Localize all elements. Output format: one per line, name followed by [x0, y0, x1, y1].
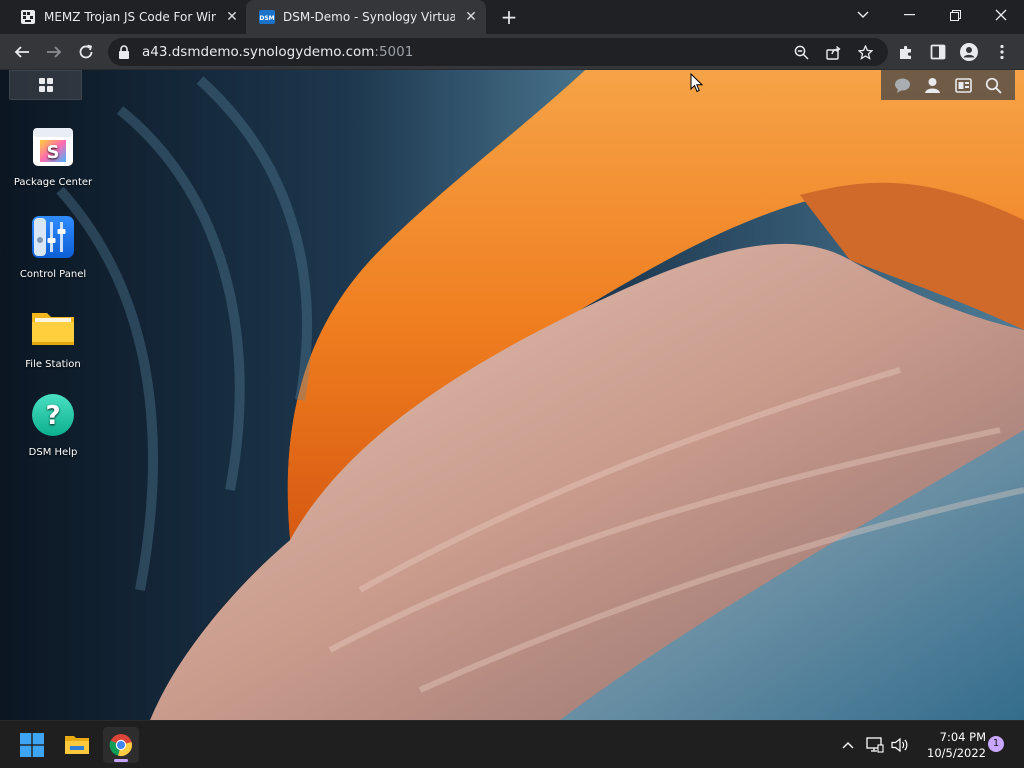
forward-button[interactable] [40, 38, 68, 66]
tab-search-button[interactable] [840, 0, 886, 30]
arrow-left-icon [14, 46, 29, 58]
svg-text:S: S [47, 142, 60, 163]
reload-button[interactable] [72, 38, 100, 66]
windows-logo-icon [20, 733, 44, 757]
clock-date: 10/5/2022 [927, 746, 986, 760]
chrome-icon [109, 734, 132, 756]
search-icon[interactable] [985, 77, 1002, 94]
widgets-icon[interactable] [954, 77, 972, 94]
network-icon [866, 737, 884, 753]
desktop-icon-package-center[interactable]: S Package Center [12, 122, 94, 189]
restore-icon [949, 9, 961, 21]
browser-menu-button[interactable] [988, 38, 1016, 66]
file-station-icon [32, 313, 74, 345]
dsm-desktop[interactable]: S Package Center Control Panel File Stat… [0, 70, 1024, 720]
profile-avatar-icon [960, 43, 978, 61]
address-bar[interactable]: a43.dsmdemo.synologydemo.com:5001 [108, 38, 888, 66]
back-button[interactable] [8, 38, 36, 66]
side-panel-button[interactable] [924, 38, 952, 66]
reload-icon [79, 44, 93, 59]
canyon-wallpaper [0, 70, 1024, 720]
browser-tab-strip: MEMZ Trojan JS Code For Windo ✕ DSM DSM-… [0, 0, 1024, 34]
chrome-taskbar-button[interactable] [103, 727, 139, 763]
clock[interactable]: 7:04 PM 10/5/2022 [916, 729, 986, 761]
close-tab-icon[interactable]: ✕ [222, 7, 242, 27]
restore-button[interactable] [932, 0, 978, 30]
lock-icon [119, 45, 129, 59]
dsm-help-icon: ? [32, 394, 74, 436]
desktop-icon-file-station[interactable]: File Station [12, 304, 94, 371]
package-center-icon: S [33, 128, 73, 166]
desktop-icon-label: Control Panel [19, 269, 87, 280]
tab-title: DSM-Demo - Synology VirtualDS [283, 10, 455, 24]
chevron-down-icon [857, 11, 869, 18]
control-panel-icon [32, 216, 74, 258]
side-panel-icon [930, 44, 946, 60]
desktop-icon-control-panel[interactable]: Control Panel [12, 214, 94, 281]
show-hidden-icons-button[interactable] [838, 735, 858, 755]
dsm-tray [881, 70, 1015, 100]
memz-favicon-icon [21, 10, 35, 24]
arrow-right-icon [47, 46, 62, 58]
volume-button[interactable] [890, 735, 910, 755]
browser-tab-memz[interactable]: MEMZ Trojan JS Code For Windo ✕ [0, 0, 246, 34]
chat-icon[interactable] [894, 77, 911, 94]
minimize-icon [903, 14, 915, 16]
share-icon [825, 45, 841, 60]
puzzle-icon [900, 45, 911, 59]
zoom-out-icon [794, 45, 809, 60]
svg-text:DSM: DSM [259, 15, 274, 22]
tab-title: MEMZ Trojan JS Code For Windo [44, 10, 216, 24]
chevron-up-icon [842, 742, 854, 749]
start-button[interactable] [14, 727, 50, 763]
url-port: :5001 [374, 44, 414, 60]
network-button[interactable] [865, 735, 885, 755]
file-explorer-button[interactable] [59, 727, 95, 763]
folder-icon [65, 736, 89, 754]
bookmark-button[interactable] [854, 42, 876, 62]
close-tab-icon[interactable]: ✕ [461, 7, 481, 27]
new-tab-button[interactable]: + [498, 6, 520, 28]
windows-taskbar: 7:04 PM 10/5/2022 [0, 720, 1024, 768]
dsm-main-menu-button[interactable] [9, 70, 82, 100]
profile-button[interactable] [955, 38, 983, 66]
url-host: a43.dsmdemo.synologydemo.com [142, 44, 375, 60]
main-menu-grid-icon [38, 78, 53, 92]
desktop-icon-dsm-help[interactable]: ? DSM Help [12, 392, 94, 459]
browser-toolbar: a43.dsmdemo.synologydemo.com:5001 [0, 34, 1024, 70]
dsm-favicon-icon: DSM [259, 10, 275, 24]
minimize-button[interactable] [886, 0, 932, 30]
notification-badge[interactable]: 1 [988, 736, 1004, 752]
extensions-button[interactable] [892, 38, 920, 66]
zoom-button[interactable] [790, 42, 812, 62]
url-text: a43.dsmdemo.synologydemo.com:5001 [142, 44, 413, 60]
mouse-cursor-icon [690, 73, 704, 93]
clock-time: 7:04 PM [939, 730, 986, 744]
desktop-icon-label: File Station [25, 359, 81, 370]
close-icon [995, 9, 1007, 21]
more-vertical-icon [1000, 44, 1004, 60]
desktop-icon-label: DSM Help [28, 447, 78, 458]
speaker-icon [891, 737, 908, 753]
share-button[interactable] [822, 42, 844, 62]
close-window-button[interactable] [978, 0, 1024, 30]
browser-tab-dsm[interactable]: DSM DSM-Demo - Synology VirtualDS ✕ [246, 0, 486, 34]
user-icon[interactable] [924, 77, 941, 94]
desktop-icon-label: Package Center [13, 177, 93, 188]
star-icon [857, 44, 873, 60]
svg-text:?: ? [45, 401, 60, 431]
